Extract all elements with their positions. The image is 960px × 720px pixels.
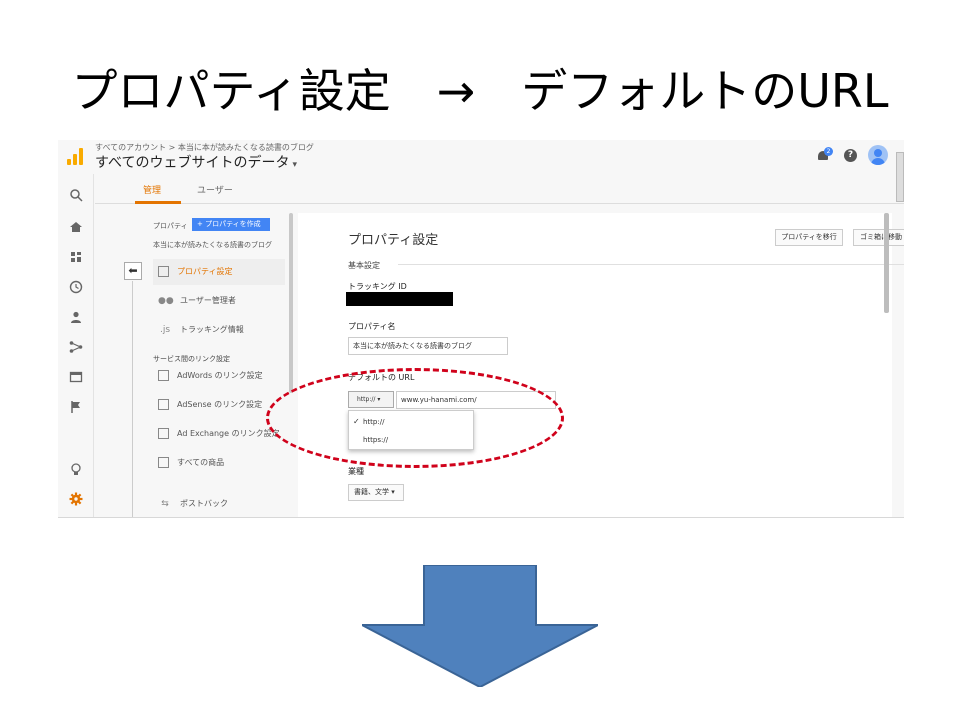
property-settings-panel: プロパティ設定 プロパティを移行 ゴミ箱に移動 基本設定 トラッキング ID プ… <box>298 213 904 517</box>
menu-item-adsense-link[interactable]: AdSense のリンク設定 <box>153 392 285 418</box>
active-tab-indicator <box>135 201 181 204</box>
property-name-label: プロパティ名 <box>348 322 396 331</box>
admin-main: ⬅ プロパティ + プロパティを作成 本当に本が読みたくなる読書のブログ プロパ… <box>95 205 904 517</box>
property-selector[interactable]: 本当に本が読みたくなる読書のブログ <box>153 240 272 250</box>
top-bar: すべてのアカウント > 本当に本が読みたくなる読書のブログ すべてのウェブサイト… <box>58 140 904 174</box>
side-nav <box>58 174 94 517</box>
caret-down-icon: ▾ <box>391 488 395 496</box>
dashboard-icon[interactable] <box>69 250 83 264</box>
industry-label: 業種 <box>348 467 364 476</box>
window-scrollbar[interactable] <box>896 152 904 202</box>
menu-item-property-settings[interactable]: プロパティ設定 <box>153 259 285 285</box>
tracking-id-redacted <box>346 292 453 306</box>
avatar[interactable] <box>868 145 888 165</box>
account-view-label: すべてのウェブサイトのデータ <box>95 155 290 171</box>
divider <box>398 264 904 265</box>
adwords-icon <box>158 370 169 381</box>
caret-down-icon: ▾ <box>292 160 297 170</box>
back-button[interactable]: ⬅ <box>124 262 142 280</box>
tracking-id-label: トラッキング ID <box>348 282 407 291</box>
users-icon: ●● <box>158 295 174 306</box>
admin-tabs: 管理 ユーザー <box>95 174 904 204</box>
menu-item-tracking-info[interactable]: .js トラッキング情報 <box>153 317 285 343</box>
page-title: プロパティ設定 <box>348 233 439 248</box>
search-icon[interactable] <box>69 188 83 202</box>
trash-button[interactable]: ゴミ箱に移動 <box>853 229 904 246</box>
move-property-button[interactable]: プロパティを移行 <box>775 229 843 246</box>
analytics-admin-screenshot: すべてのアカウント > 本当に本が読みたくなる読書のブログ すべてのウェブサイト… <box>58 140 904 518</box>
down-arrow-icon <box>362 565 598 687</box>
menu-item-all-products[interactable]: すべての商品 <box>153 450 285 476</box>
all-products-icon <box>158 457 169 468</box>
property-name-input[interactable]: 本当に本が読みたくなる読書のブログ <box>348 337 508 355</box>
person-icon[interactable] <box>69 310 83 324</box>
property-column-label: プロパティ <box>153 222 188 230</box>
help-icon[interactable]: ? <box>844 149 857 162</box>
ad-exchange-icon <box>158 428 169 439</box>
gear-icon[interactable] <box>69 492 83 506</box>
behavior-icon[interactable] <box>69 370 83 384</box>
basic-settings-heading: 基本設定 <box>348 261 380 270</box>
js-icon: .js <box>159 324 171 335</box>
menu-item-user-management[interactable]: ●● ユーザー管理者 <box>153 288 285 314</box>
notifications-bell-icon[interactable]: 2 <box>817 147 833 162</box>
slide-title: プロパティ設定 → デフォルトのURL <box>71 64 889 118</box>
panel-scrollbar[interactable] <box>884 213 889 313</box>
industry-select[interactable]: 書籍、文学 ▾ <box>348 484 404 501</box>
acquisition-icon[interactable] <box>69 340 83 354</box>
create-property-button[interactable]: + プロパティを作成 <box>192 218 270 231</box>
lightbulb-icon[interactable] <box>69 462 83 476</box>
adsense-icon <box>158 399 169 410</box>
menu-item-postback[interactable]: ⇆ ポストバック <box>153 491 285 517</box>
settings-page-icon <box>158 266 169 277</box>
home-icon[interactable] <box>69 220 83 234</box>
clock-icon[interactable] <box>69 280 83 294</box>
property-column-scrollbar[interactable] <box>289 213 293 393</box>
account-view-selector[interactable]: すべてのウェブサイトのデータ ▾ <box>95 152 297 172</box>
property-column: プロパティ + プロパティを作成 本当に本が読みたくなる読書のブログ プロパティ… <box>153 211 298 517</box>
menu-item-adwords-link[interactable]: AdWords のリンク設定 <box>153 363 285 389</box>
postback-icon: ⇆ <box>161 498 169 509</box>
notification-badge: 2 <box>824 147 833 156</box>
menu-item-ad-exchange-link[interactable]: Ad Exchange のリンク設定 <box>153 421 285 447</box>
tab-admin[interactable]: 管理 <box>143 183 161 196</box>
column-divider <box>132 281 133 517</box>
red-dashed-highlight <box>266 368 564 468</box>
analytics-logo-icon <box>67 148 83 165</box>
tab-users[interactable]: ユーザー <box>197 183 233 196</box>
flag-icon[interactable] <box>69 400 83 414</box>
